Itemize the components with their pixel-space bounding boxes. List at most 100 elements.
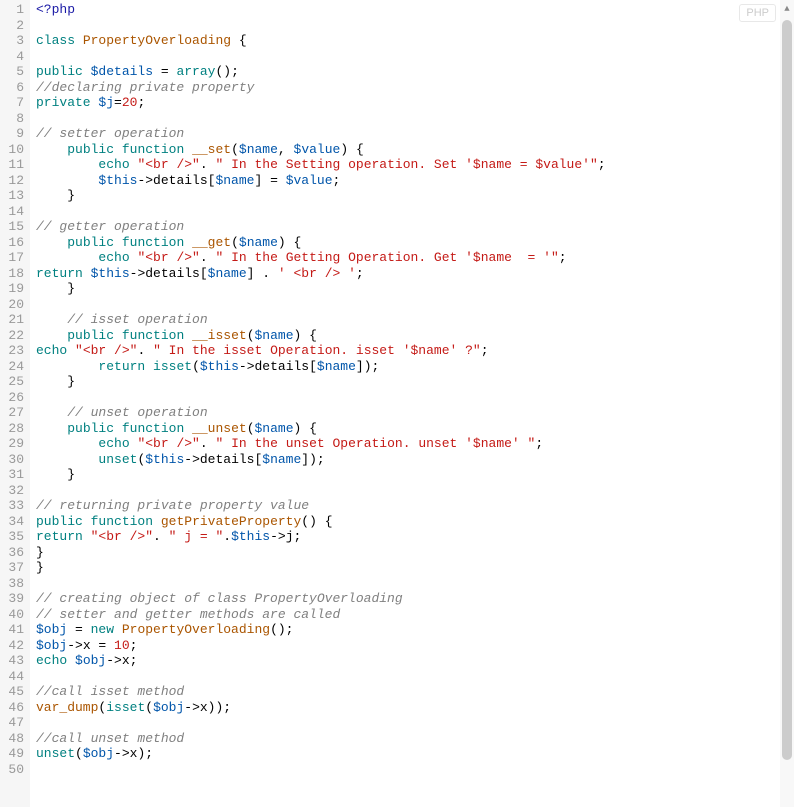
code-token: __isset — [192, 328, 247, 343]
code-line[interactable]: <?php — [36, 2, 794, 18]
code-token: ( — [145, 700, 153, 715]
line-number: 8 — [4, 111, 24, 127]
code-line[interactable] — [36, 18, 794, 34]
line-number: 2 — [4, 18, 24, 34]
code-line[interactable] — [36, 483, 794, 499]
code-line[interactable]: } — [36, 374, 794, 390]
code-token: ; — [598, 157, 606, 172]
code-token: ->x; — [106, 653, 137, 668]
code-token: " In the Setting operation. Set '$name =… — [215, 157, 597, 172]
line-number: 11 — [4, 157, 24, 173]
code-line[interactable] — [36, 111, 794, 127]
code-line[interactable]: public function __set($name, $value) { — [36, 142, 794, 158]
code-token — [114, 235, 122, 250]
line-number: 18 — [4, 266, 24, 282]
code-line[interactable]: return "<br />". " j = ".$this->j; — [36, 529, 794, 545]
code-line[interactable]: unset($this->details[$name]); — [36, 452, 794, 468]
code-token — [67, 653, 75, 668]
code-line[interactable]: $obj = new PropertyOverloading(); — [36, 622, 794, 638]
vertical-scrollbar[interactable]: ▲ — [780, 0, 794, 807]
code-token — [83, 266, 91, 281]
code-line[interactable]: $obj->x = 10; — [36, 638, 794, 654]
code-line[interactable]: echo "<br />". " In the isset Operation.… — [36, 343, 794, 359]
code-line[interactable] — [36, 669, 794, 685]
code-line[interactable]: echo "<br />". " In the unset Operation.… — [36, 436, 794, 452]
code-line[interactable]: // setter operation — [36, 126, 794, 142]
line-number: 44 — [4, 669, 24, 685]
code-token: //call isset method — [36, 684, 184, 699]
code-line[interactable] — [36, 576, 794, 592]
code-line[interactable]: return isset($this->details[$name]); — [36, 359, 794, 375]
code-token: ' <br /> ' — [278, 266, 356, 281]
code-token: __set — [192, 142, 231, 157]
code-line[interactable]: // creating object of class PropertyOver… — [36, 591, 794, 607]
code-token: "<br />" — [137, 157, 199, 172]
code-line[interactable]: var_dump(isset($obj->x)); — [36, 700, 794, 716]
code-token: echo — [98, 157, 129, 172]
code-line[interactable]: //call unset method — [36, 731, 794, 747]
code-line[interactable]: unset($obj->x); — [36, 746, 794, 762]
code-token: $this — [200, 359, 239, 374]
code-token: function — [122, 328, 184, 343]
code-line[interactable]: // setter and getter methods are called — [36, 607, 794, 623]
code-token — [36, 436, 98, 451]
code-line[interactable]: } — [36, 281, 794, 297]
code-line[interactable]: } — [36, 467, 794, 483]
line-number: 12 — [4, 173, 24, 189]
scroll-thumb[interactable] — [782, 20, 792, 760]
code-token: return — [36, 266, 83, 281]
code-line[interactable]: // isset operation — [36, 312, 794, 328]
code-area[interactable]: <?php class PropertyOverloading { public $… — [30, 0, 794, 807]
code-token: function — [122, 421, 184, 436]
code-line[interactable]: //call isset method — [36, 684, 794, 700]
code-token: // unset operation — [67, 405, 207, 420]
code-line[interactable] — [36, 715, 794, 731]
code-token: $name — [317, 359, 356, 374]
code-line[interactable]: } — [36, 188, 794, 204]
code-line[interactable]: public $details = array(); — [36, 64, 794, 80]
code-editor[interactable]: 1234567891011121314151617181920212223242… — [0, 0, 794, 807]
code-line[interactable] — [36, 204, 794, 220]
code-line[interactable]: public function __get($name) { — [36, 235, 794, 251]
code-token: class — [36, 33, 75, 48]
code-line[interactable]: private $j=20; — [36, 95, 794, 111]
code-line[interactable] — [36, 762, 794, 778]
code-token: ] . — [247, 266, 278, 281]
code-line[interactable]: // returning private property value — [36, 498, 794, 514]
code-token: ( — [75, 746, 83, 761]
code-token — [184, 328, 192, 343]
code-token: ->x = — [67, 638, 114, 653]
code-token: $this — [91, 266, 130, 281]
code-line[interactable] — [36, 390, 794, 406]
code-token: $value — [286, 173, 333, 188]
code-line[interactable] — [36, 297, 794, 313]
line-number: 42 — [4, 638, 24, 654]
code-line[interactable] — [36, 49, 794, 65]
code-token: getPrivateProperty — [161, 514, 301, 529]
code-token: } — [36, 374, 75, 389]
line-number: 9 — [4, 126, 24, 142]
line-number: 15 — [4, 219, 24, 235]
code-line[interactable]: public function __unset($name) { — [36, 421, 794, 437]
code-token: __unset — [192, 421, 247, 436]
code-line[interactable]: $this->details[$name] = $value; — [36, 173, 794, 189]
code-line[interactable]: class PropertyOverloading { — [36, 33, 794, 49]
code-line[interactable]: //declaring private property — [36, 80, 794, 96]
code-line[interactable]: echo $obj->x; — [36, 653, 794, 669]
code-token: } — [36, 188, 75, 203]
line-number: 21 — [4, 312, 24, 328]
code-line[interactable]: // getter operation — [36, 219, 794, 235]
code-line[interactable]: echo "<br />". " In the Setting operatio… — [36, 157, 794, 173]
code-line[interactable]: // unset operation — [36, 405, 794, 421]
code-token: public — [67, 328, 114, 343]
code-line[interactable]: public function getPrivateProperty() { — [36, 514, 794, 530]
scroll-up-icon[interactable]: ▲ — [780, 2, 794, 16]
code-line[interactable]: } — [36, 560, 794, 576]
code-line[interactable]: echo "<br />". " In the Getting Operatio… — [36, 250, 794, 266]
code-token: function — [122, 235, 184, 250]
code-line[interactable]: return $this->details[$name] . ' <br /> … — [36, 266, 794, 282]
code-line[interactable]: } — [36, 545, 794, 561]
line-number: 41 — [4, 622, 24, 638]
line-number: 3 — [4, 33, 24, 49]
code-line[interactable]: public function __isset($name) { — [36, 328, 794, 344]
